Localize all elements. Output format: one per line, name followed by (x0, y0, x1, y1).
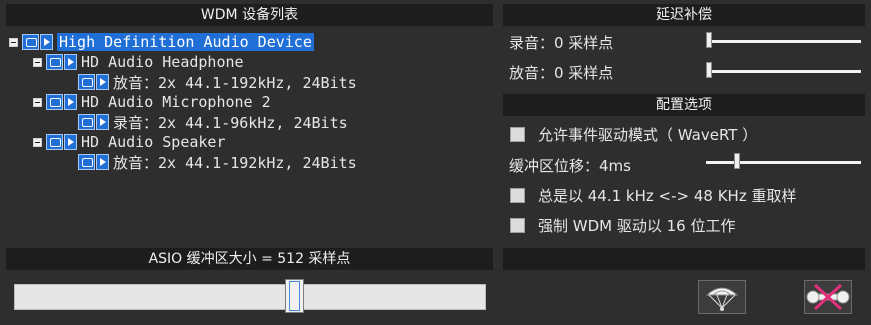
play-icon (64, 54, 77, 70)
device-icon (78, 114, 95, 130)
buffer-offset-label: 缓冲区位移：4ms (509, 157, 631, 175)
playback-latency-track[interactable] (706, 70, 861, 73)
tree-node-headphone[interactable]: HD Audio Headphone (33, 52, 244, 72)
event-mode-label: 允许事件驱动模式（ WaveRT ） (538, 126, 758, 144)
collapse-icon[interactable] (33, 57, 42, 67)
play-icon (40, 34, 53, 50)
play-icon (96, 74, 109, 90)
parachute-button[interactable] (698, 280, 746, 314)
force-16bit-checkbox[interactable] (510, 218, 525, 233)
device-icon (46, 94, 63, 110)
endpoint-name[interactable]: HD Audio Speaker (81, 133, 226, 151)
record-latency-track[interactable] (706, 40, 861, 43)
latency-compensation-header: 延迟补偿 (503, 4, 865, 26)
playback-latency-label: 放音：0 采样点 (509, 64, 614, 82)
device-icon (46, 54, 63, 70)
record-latency-thumb[interactable] (706, 32, 712, 48)
buffer-offset-thumb[interactable] (734, 153, 740, 169)
tree-node-speaker[interactable]: HD Audio Speaker (33, 132, 226, 152)
tree-node-microphone-detail[interactable]: 录音：2x 44.1-96kHz, 24Bits (78, 112, 348, 132)
play-icon (64, 134, 77, 150)
endpoint-name[interactable]: HD Audio Microphone 2 (81, 93, 271, 111)
tree-node-headphone-detail[interactable]: 放音：2x 44.1-192kHz, 24Bits (78, 72, 357, 92)
tree-node-speaker-detail[interactable]: 放音：2x 44.1-192kHz, 24Bits (78, 152, 357, 172)
device-icon (22, 34, 39, 50)
asio-buffer-slider-track[interactable] (14, 284, 486, 310)
collapse-icon[interactable] (9, 37, 18, 47)
wdm-device-list-header: WDM 设备列表 (6, 4, 493, 26)
tree-node-root[interactable]: High Definition Audio Device (9, 32, 314, 52)
endpoint-name[interactable]: HD Audio Headphone (81, 53, 244, 71)
asio-buffer-slider-thumb[interactable] (285, 279, 304, 313)
format-detail[interactable]: 放音：2x 44.1-192kHz, 24Bits (113, 72, 357, 93)
config-options-header: 配置选项 (503, 94, 865, 116)
device-icon (78, 154, 95, 170)
device-icon (46, 134, 63, 150)
format-detail[interactable]: 放音：2x 44.1-192kHz, 24Bits (113, 152, 357, 173)
record-latency-label: 录音：0 采样点 (509, 34, 614, 52)
asio-buffer-header: ASIO 缓冲区大小 = 512 采样点 (6, 248, 493, 270)
event-mode-checkbox[interactable] (510, 127, 525, 142)
tools-remove-icon (806, 283, 850, 311)
play-icon (64, 94, 77, 110)
buffer-offset-track[interactable] (706, 161, 861, 164)
force-16bit-label: 强制 WDM 驱动以 16 位工作 (538, 217, 736, 235)
play-icon (96, 154, 109, 170)
playback-latency-thumb[interactable] (706, 62, 712, 78)
tools-remove-button[interactable] (804, 280, 852, 314)
resample-label: 总是以 44.1 kHz <-> 48 KHz 重取样 (538, 187, 797, 205)
collapse-icon[interactable] (33, 137, 42, 147)
resample-checkbox[interactable] (510, 188, 525, 203)
collapse-icon[interactable] (33, 97, 42, 107)
tree-node-microphone[interactable]: HD Audio Microphone 2 (33, 92, 271, 112)
device-name[interactable]: High Definition Audio Device (57, 33, 314, 51)
parachute-icon (705, 287, 739, 311)
device-icon (78, 74, 95, 90)
format-detail[interactable]: 录音：2x 44.1-96kHz, 24Bits (113, 112, 348, 133)
play-icon (96, 114, 109, 130)
right-footer-bar (503, 248, 865, 270)
